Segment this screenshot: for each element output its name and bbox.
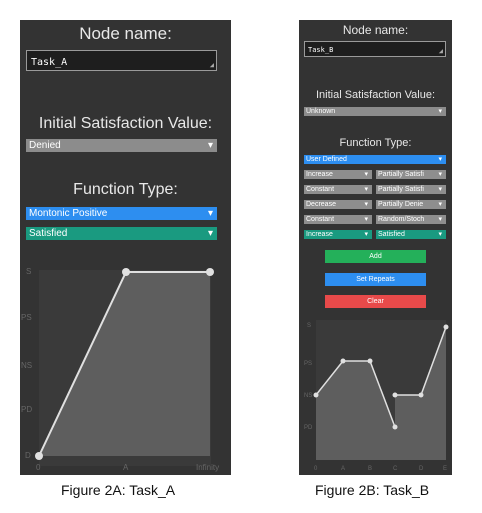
initial-satisfaction-label: Initial Satisfaction Value: [38, 115, 213, 132]
segment-satisfaction-value: Partially Satisfi [378, 186, 424, 193]
dropdown-arrow-icon: ▾ [207, 208, 213, 219]
dropdown-arrow-icon: ▾ [364, 231, 368, 238]
segment-satisfaction-select[interactable]: Satisfied ▾ [376, 230, 446, 239]
figure-caption: Figure 2B: Task_B [315, 482, 430, 498]
y-tick-label: PS [21, 313, 32, 322]
graph-point[interactable] [340, 358, 346, 364]
task-b-panel: Node name: Task_B ◢ Initial Satisfaction… [299, 20, 452, 475]
resize-grip-icon: ◢ [438, 47, 443, 55]
y-tick-label: D [25, 451, 31, 460]
x-tick-label: 0 [314, 466, 318, 472]
y-tick-label: S [26, 267, 31, 276]
initial-satisfaction-select[interactable]: Denied ▾ [26, 139, 217, 152]
function-type-value: Montonic Positive [29, 208, 108, 219]
segment-satisfaction-select[interactable]: Random/Stoch ▾ [376, 215, 446, 224]
node-name-label: Node name: [342, 23, 409, 37]
x-tick-label: D [419, 466, 424, 472]
segment-satisfaction-value: Random/Stoch [378, 216, 425, 223]
graph-point[interactable] [367, 358, 373, 364]
segment-function-select[interactable]: Constant ▾ [304, 185, 372, 194]
initial-satisfaction-value: Unknown [306, 108, 336, 115]
segment-function-select[interactable]: Constant ▾ [304, 215, 372, 224]
dropdown-arrow-icon: ▾ [437, 185, 442, 194]
graph-point[interactable] [392, 424, 398, 430]
node-name-input[interactable]: Task_B ◢ [304, 41, 446, 57]
segment-satisfaction-value: Partially Satisfi [378, 171, 424, 178]
dropdown-arrow-icon: ▾ [437, 170, 442, 179]
graph-point[interactable] [443, 324, 449, 330]
node-name-input[interactable]: Task_A ◢ [26, 50, 217, 71]
dropdown-arrow-icon: ▾ [438, 156, 442, 163]
dropdown-arrow-icon: ▾ [437, 215, 442, 224]
y-tick-label: NS [21, 361, 32, 370]
resize-grip-icon: ◢ [209, 61, 214, 69]
x-tick-label: Infinity [196, 463, 219, 472]
y-tick-label: PD [21, 405, 32, 414]
y-tick-label: S [307, 323, 311, 329]
segment-function-select[interactable]: Decrease ▾ [304, 200, 372, 209]
function-graph: S PS NS PD 0 A B C D E [304, 320, 449, 472]
node-name-value: Task_A [31, 57, 68, 68]
task-a-panel: Node name: Task_A ◢ Initial Satisfaction… [20, 20, 231, 475]
dropdown-arrow-icon: ▾ [207, 140, 213, 151]
function-graph: S PS NS PD D 0 A Infinity [21, 267, 219, 472]
y-tick-label: PS [304, 361, 312, 367]
segment-function-value: Constant [306, 186, 335, 193]
y-tick-label: PD [304, 425, 313, 431]
x-tick-label: A [123, 463, 129, 472]
segment-function-value: Decrease [306, 201, 336, 208]
y-tick-label: NS [304, 393, 312, 399]
x-tick-label: E [443, 466, 447, 472]
segment-satisfaction-select[interactable]: Partially Denie ▾ [376, 200, 446, 209]
graph-point[interactable] [206, 268, 214, 276]
segment-satisfaction-value: Satisfied [378, 231, 405, 238]
clear-button[interactable]: Clear [325, 295, 426, 308]
dropdown-arrow-icon: ▾ [437, 200, 442, 209]
segment-function-select[interactable]: Increase ▾ [304, 170, 372, 179]
segment-function-value: Increase [306, 231, 333, 238]
dropdown-arrow-icon: ▾ [364, 201, 368, 208]
function-type-label: Function Type: [339, 137, 412, 149]
dropdown-arrow-icon: ▾ [438, 108, 442, 115]
dropdown-arrow-icon: ▾ [438, 231, 442, 238]
function-type-value: User Defined [306, 156, 347, 163]
set-repeats-button[interactable]: Set Repeats [325, 273, 426, 286]
figure-caption: Figure 2A: Task_A [61, 482, 176, 498]
initial-satisfaction-select[interactable]: Unknown ▾ [304, 107, 446, 116]
dropdown-arrow-icon: ▾ [364, 171, 368, 178]
x-tick-label: 0 [36, 463, 41, 472]
node-name-label: Node name: [79, 24, 172, 43]
segment-function-value: Constant [306, 216, 335, 223]
function-type-select[interactable]: User Defined ▾ [304, 155, 446, 164]
segment-function-select[interactable]: Increase ▾ [304, 230, 372, 239]
graph-point[interactable] [392, 392, 398, 398]
node-name-value: Task_B [308, 46, 334, 54]
function-type-label: Function Type: [73, 181, 178, 198]
segment-function-value: Increase [306, 171, 333, 178]
segment-satisfaction-select[interactable]: Partially Satisfi ▾ [376, 170, 446, 179]
x-tick-label: C [393, 466, 398, 472]
x-tick-label: B [368, 466, 372, 472]
graph-point[interactable] [418, 392, 424, 398]
graph-point[interactable] [313, 392, 319, 398]
graph-point[interactable] [35, 452, 43, 460]
segment-satisfaction-value: Partially Denie [378, 201, 424, 208]
segment-satisfaction-select[interactable]: Partially Satisfi ▾ [376, 185, 446, 194]
initial-satisfaction-label: Initial Satisfaction Value: [315, 89, 436, 101]
dropdown-arrow-icon: ▾ [364, 186, 368, 193]
satisfaction-value: Satisfied [29, 228, 68, 239]
dropdown-arrow-icon: ▾ [364, 216, 368, 223]
function-type-select[interactable]: Montonic Positive ▾ [26, 207, 217, 220]
graph-point[interactable] [122, 268, 130, 276]
x-tick-label: A [341, 466, 345, 472]
add-button[interactable]: Add [325, 250, 426, 263]
satisfaction-value-select[interactable]: Satisfied ▾ [26, 227, 217, 240]
dropdown-arrow-icon: ▾ [207, 228, 213, 239]
initial-satisfaction-value: Denied [29, 140, 61, 151]
